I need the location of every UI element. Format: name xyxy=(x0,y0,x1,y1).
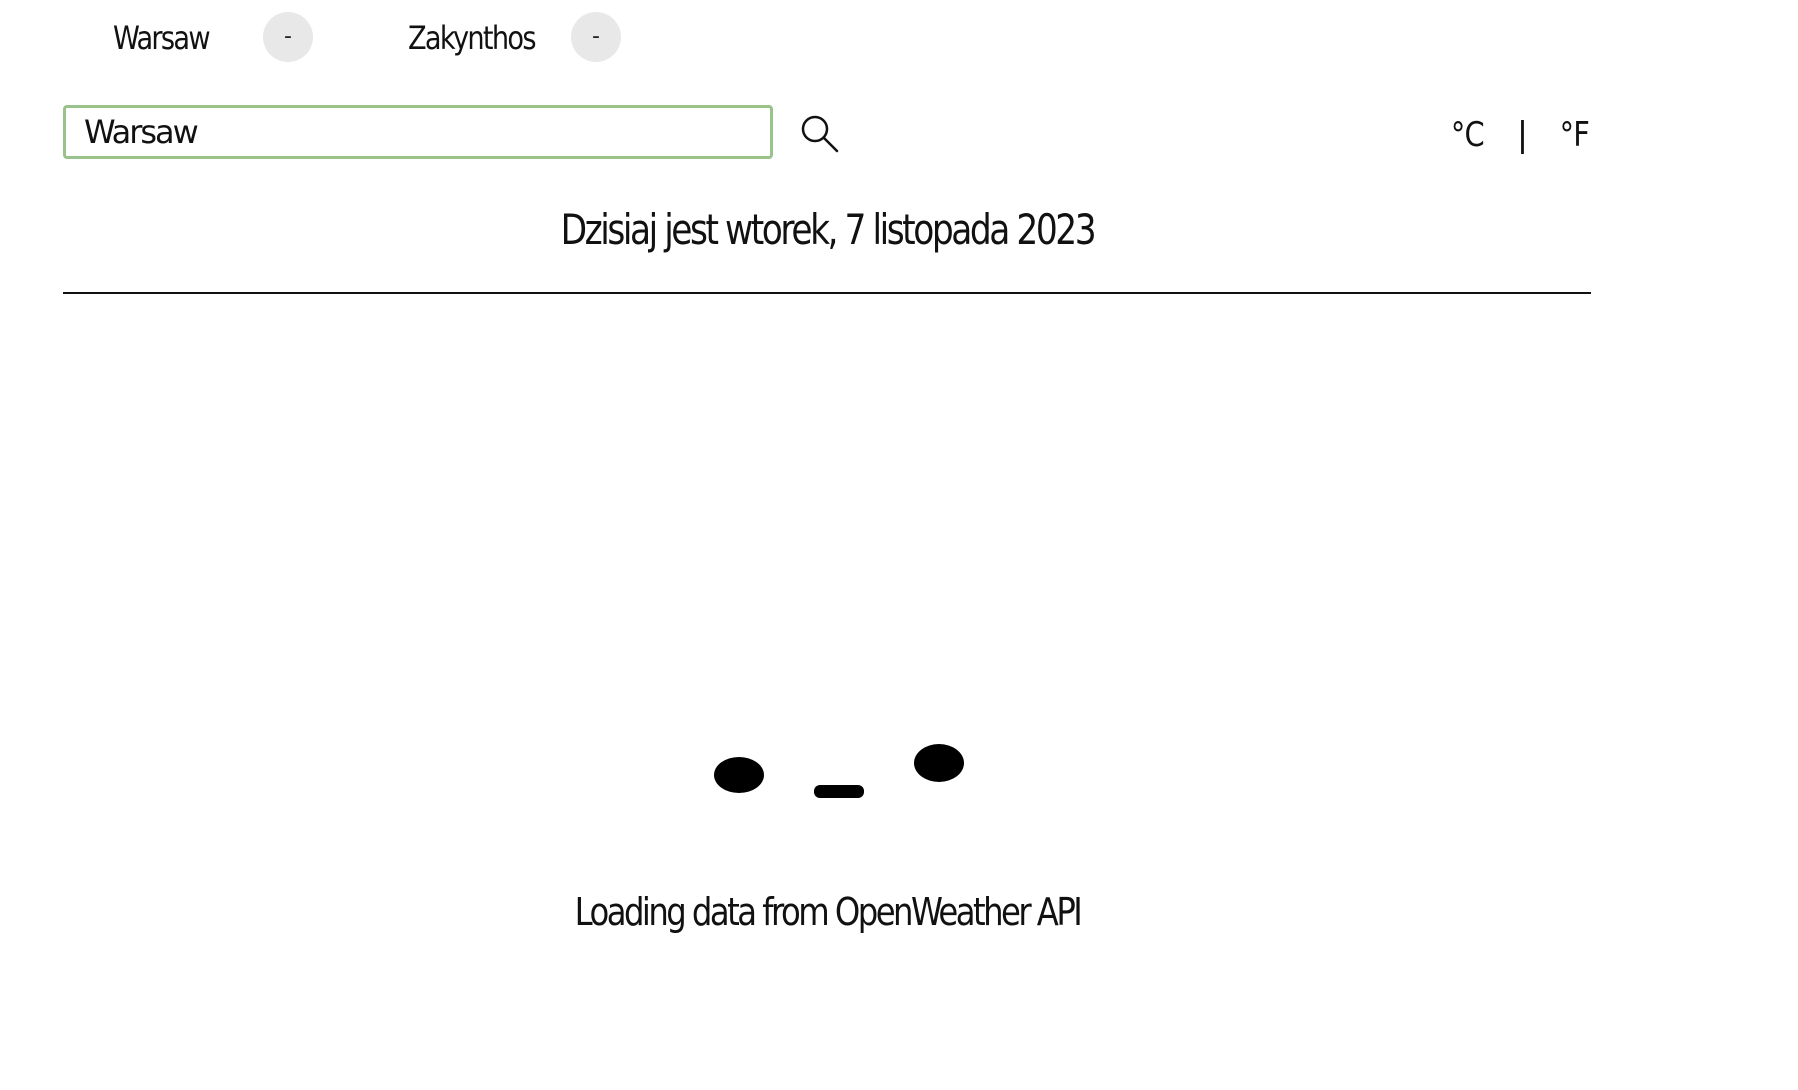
loading-dot-2 xyxy=(814,785,864,798)
loading-message: Loading data from OpenWeather API xyxy=(63,888,1591,936)
remove-favorite-zakynthos-button[interactable]: - xyxy=(571,12,621,62)
loading-indicator xyxy=(700,730,980,830)
favorite-city-warsaw[interactable]: Warsaw xyxy=(113,18,211,58)
loading-dot-3 xyxy=(914,744,964,782)
remove-favorite-warsaw-button[interactable]: - xyxy=(263,12,313,62)
unit-toggle: °C | °F xyxy=(1448,112,1592,158)
current-date-text: Dzisiaj jest wtorek, 7 listopada 2023 xyxy=(560,205,1096,254)
favorite-city-zakynthos[interactable]: Zakynthos xyxy=(408,18,537,58)
search-button[interactable] xyxy=(798,112,842,156)
current-date-heading: Dzisiaj jest wtorek, 7 listopada 2023 xyxy=(63,204,1591,256)
loading-dot-1 xyxy=(714,757,764,793)
celsius-unit-button[interactable]: °C xyxy=(1451,115,1485,155)
loading-message-text: Loading data from OpenWeather API xyxy=(574,890,1082,934)
search-icon xyxy=(801,115,839,153)
unit-separator: | xyxy=(1516,115,1529,155)
city-search-input[interactable] xyxy=(63,105,773,159)
fahrenheit-unit-button[interactable]: °F xyxy=(1560,115,1590,155)
header-divider xyxy=(63,292,1591,294)
